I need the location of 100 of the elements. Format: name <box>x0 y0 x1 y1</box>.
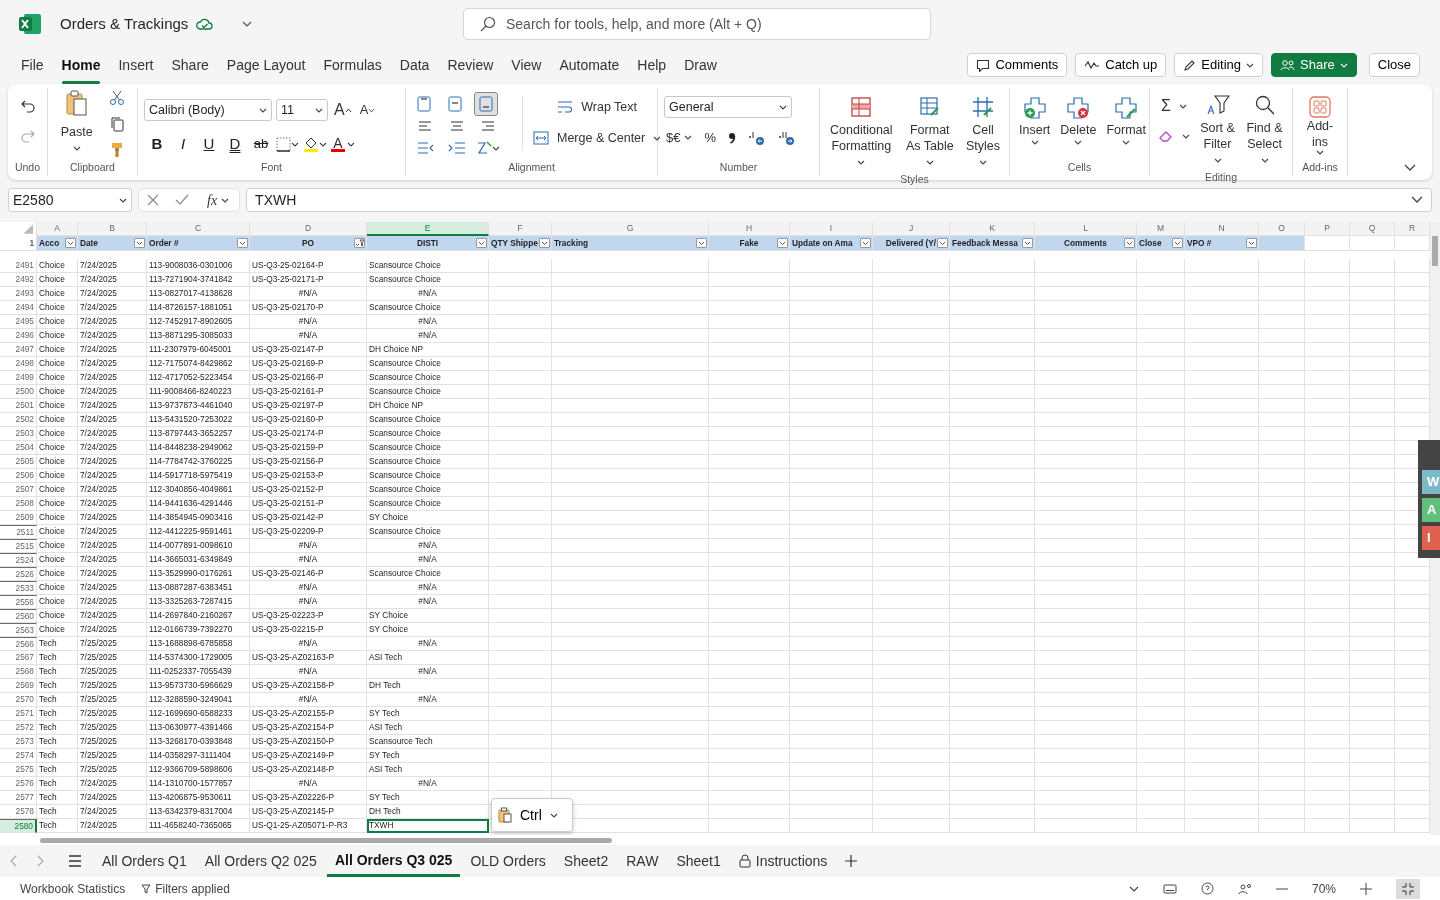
table-cell: 7/24/2025 <box>78 511 147 525</box>
group-label: Undo <box>14 160 41 176</box>
table-cell: #N/A <box>250 665 367 679</box>
table-cell: #N/A <box>250 637 367 651</box>
table-cell: Choice <box>37 301 78 315</box>
table-cell: 7/24/2025 <box>78 301 147 315</box>
table-cell: ASI Tech <box>367 763 489 777</box>
table-cell: 7/24/2025 <box>78 329 147 343</box>
table-cell: US-Q3-25-02170-P <box>250 301 367 315</box>
table-cell: Tech <box>37 763 78 777</box>
table-cell: Choice <box>37 567 78 581</box>
table-cell: 7/25/2025 <box>78 721 147 735</box>
table-cell: Tech <box>37 721 78 735</box>
table-cell: 114-9441636-4291446 <box>147 497 250 511</box>
table-cell: US-Q3-25-02215-P <box>250 623 367 637</box>
table-cell: 7/24/2025 <box>78 595 147 609</box>
table-cell: Choice <box>37 469 78 483</box>
table-cell: Tech <box>37 749 78 763</box>
header-label: Acco <box>39 238 60 248</box>
table-cell: #N/A <box>250 553 367 567</box>
status-text: Filters applied <box>155 880 230 898</box>
table-cell: 113-7271904-3741842 <box>147 273 250 287</box>
table-cell: #N/A <box>367 693 489 707</box>
header-label: Delivered (Y/ <box>885 238 937 248</box>
table-cell: 114-1310700-1577857 <box>147 777 250 791</box>
table-cell: Choice <box>37 525 78 539</box>
table-cell: 114-0358297-3111404 <box>147 749 250 763</box>
table-cell: US-Q3-25-02161-P <box>250 385 367 399</box>
table-cell: 7/24/2025 <box>78 455 147 469</box>
table-cell: #N/A <box>367 553 489 567</box>
table-cell: 7/25/2025 <box>78 651 147 665</box>
table-cell: #N/A <box>367 539 489 553</box>
table-cell: US-Q3-25-AZ02226-P <box>250 791 367 805</box>
table-cell: Choice <box>37 287 78 301</box>
table-cell: US-Q3-25-AZ02148-P <box>250 763 367 777</box>
table-cell: US-Q3-25-AZ02163-P <box>250 651 367 665</box>
table-cell: US-Q3-25-02164-P <box>250 259 367 273</box>
table-cell: 112-9366709-5898606 <box>147 763 250 777</box>
table-cell: Choice <box>37 595 78 609</box>
table-cell: 7/25/2025 <box>78 735 147 749</box>
header-label: Order # <box>149 238 179 248</box>
group-label: Cells <box>1067 160 1092 176</box>
table-cell: Tech <box>37 651 78 665</box>
header-label: Fake <box>739 238 759 248</box>
table-cell: DH Tech <box>367 805 489 819</box>
group-label: Editing <box>1204 170 1238 185</box>
table-cell: US-Q3-25-AZ02149-P <box>250 749 367 763</box>
table-cell: Choice <box>37 441 78 455</box>
table-cell: Scansource Choice <box>367 301 489 315</box>
table-cell: US-Q3-25-AZ02145-P <box>250 805 367 819</box>
table-cell: Scansource Choice <box>367 273 489 287</box>
header-label: DISTI <box>416 238 439 248</box>
table-cell: Choice <box>37 539 78 553</box>
table-cell: US-Q3-25-AZ02155-P <box>250 707 367 721</box>
table-cell: 7/24/2025 <box>78 483 147 497</box>
table-cell: 112-4717052-5223454 <box>147 371 250 385</box>
table-cell: 113-9573730-5966629 <box>147 679 250 693</box>
table-cell: US-Q3-25-02152-P <box>250 483 367 497</box>
table-cell: 7/25/2025 <box>78 693 147 707</box>
table-cell: 7/24/2025 <box>78 539 147 553</box>
table-cell: 7/25/2025 <box>78 749 147 763</box>
table-cell: SY Tech <box>367 707 489 721</box>
table-cell: Scansource Choice <box>367 427 489 441</box>
table-cell: Tech <box>37 707 78 721</box>
table-cell: 114-3854945-0903416 <box>147 511 250 525</box>
table-cell: Tech <box>37 735 78 749</box>
table-cell: US-Q3-25-02166-P <box>250 371 367 385</box>
table-cell: Choice <box>37 371 78 385</box>
table-cell: 113-8871295-3085033 <box>147 329 250 343</box>
header-label: Update on Ama <box>792 238 853 248</box>
table-cell: 114-8448238-2949062 <box>147 441 250 455</box>
table-cell: 113-0887287-6383451 <box>147 581 250 595</box>
table-cell: Choice <box>37 581 78 595</box>
table-cell: Scansource Choice <box>367 259 489 273</box>
table-cell: 114-0077891-0098610 <box>147 539 250 553</box>
table-cell: Scansource Choice <box>367 371 489 385</box>
group-label: Number <box>719 160 758 176</box>
header-label: PO <box>302 238 314 248</box>
table-cell: Tech <box>37 665 78 679</box>
table-cell: Choice <box>37 483 78 497</box>
table-cell: 114-2697840-2160267 <box>147 609 250 623</box>
table-cell: SY Tech <box>367 749 489 763</box>
group-label: Clipboard <box>70 160 115 176</box>
table-cell: Choice <box>37 497 78 511</box>
table-cell: #N/A <box>250 777 367 791</box>
table-cell: 113-3268170-0393848 <box>147 735 250 749</box>
table-cell: 7/24/2025 <box>78 525 147 539</box>
table-cell: #N/A <box>367 595 489 609</box>
table-cell: Tech <box>37 637 78 651</box>
table-cell: 113-9737873-4461040 <box>147 399 250 413</box>
table-cell: Scansource Choice <box>367 483 489 497</box>
table-cell: Tech <box>37 819 78 833</box>
table-cell: US-Q3-25-02146-P <box>250 567 367 581</box>
table-cell: US-Q3-25-02147-P <box>250 343 367 357</box>
table-cell: Scansource Tech <box>367 735 489 749</box>
table-cell: Choice <box>37 553 78 567</box>
table-cell: US-Q3-25-AZ02154-P <box>250 721 367 735</box>
table-cell: Scansource Choice <box>367 567 489 581</box>
table-cell: 7/24/2025 <box>78 791 147 805</box>
table-cell: 7/24/2025 <box>78 371 147 385</box>
